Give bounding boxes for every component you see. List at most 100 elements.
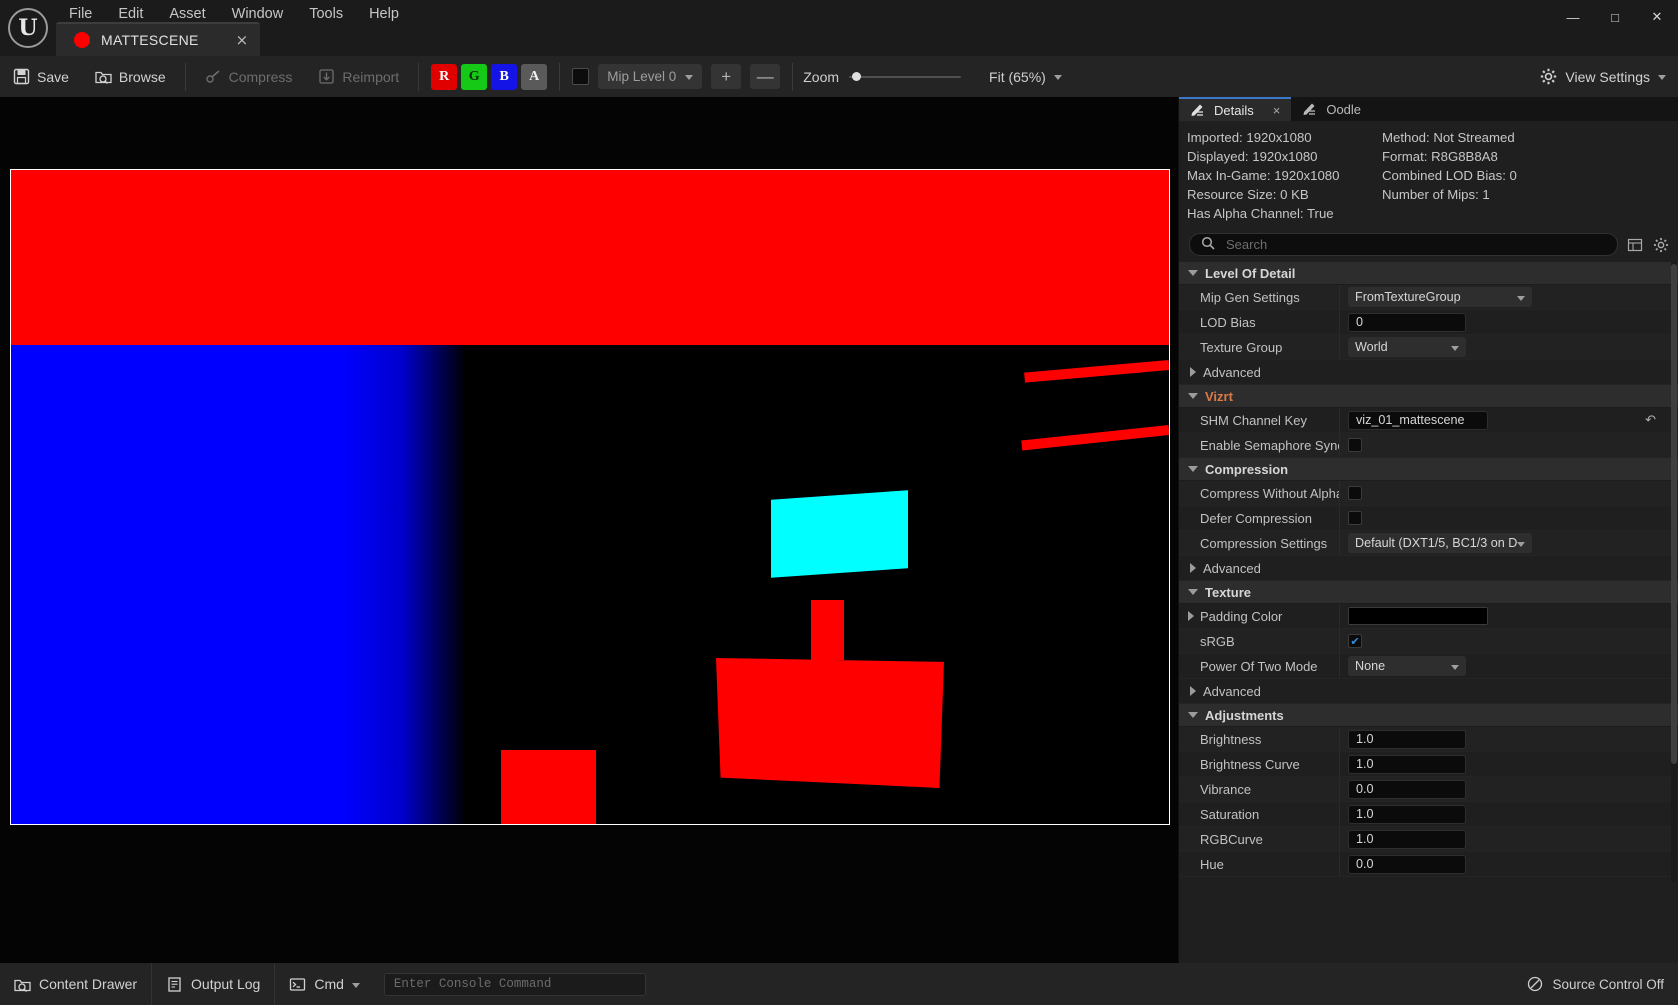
- view-settings-button[interactable]: View Settings: [1540, 68, 1666, 85]
- cmd-button[interactable]: Cmd: [275, 963, 374, 1005]
- console-command-input[interactable]: Enter Console Command: [384, 973, 646, 996]
- property-row-mip-gen-settings[interactable]: Mip Gen Settings FromTextureGroup: [1179, 285, 1678, 310]
- saturation-input[interactable]: 1.0: [1348, 805, 1466, 824]
- content-drawer-button[interactable]: Content Drawer: [0, 963, 152, 1005]
- property-list[interactable]: Level Of Detail Mip Gen Settings FromTex…: [1179, 262, 1678, 932]
- chevron-down-icon: [1054, 75, 1062, 80]
- asset-tab-strip: MATTESCENE ×: [56, 22, 260, 56]
- compression-settings-dropdown[interactable]: Default (DXT1/5, BC1/3 on DX11): [1348, 533, 1532, 553]
- source-control-button[interactable]: Source Control Off: [1527, 976, 1664, 993]
- property-row-padding-color[interactable]: Padding Color: [1179, 604, 1678, 629]
- property-field: 0.0: [1339, 777, 1678, 801]
- zoom-slider[interactable]: [849, 68, 961, 86]
- channel-toggle-b[interactable]: B: [491, 64, 517, 90]
- mip-decrease-button[interactable]: —: [750, 64, 780, 89]
- property-list-scrollbar[interactable]: [1671, 262, 1677, 882]
- channel-toggle-g[interactable]: G: [461, 64, 487, 90]
- category-compression[interactable]: Compression: [1179, 458, 1678, 481]
- property-row-power-of-two-mode[interactable]: Power Of Two Mode None: [1179, 654, 1678, 679]
- tab-oodle[interactable]: Oodle: [1291, 97, 1372, 121]
- advanced-toggle-lod[interactable]: Advanced: [1179, 360, 1678, 385]
- chevron-right-icon[interactable]: [1188, 611, 1194, 621]
- property-field: viz_01_mattescene ↶: [1339, 408, 1678, 432]
- details-search-row: Search: [1179, 229, 1678, 262]
- brightness-curve-input[interactable]: 1.0: [1348, 755, 1466, 774]
- advanced-toggle-texture[interactable]: Advanced: [1179, 679, 1678, 704]
- srgb-checkbox[interactable]: ✔: [1348, 634, 1362, 648]
- vibrance-input[interactable]: 0.0: [1348, 780, 1466, 799]
- property-row-srgb[interactable]: sRGB ✔: [1179, 629, 1678, 654]
- save-button[interactable]: Save: [0, 56, 82, 97]
- channel-toggle-a[interactable]: A: [521, 64, 547, 90]
- property-row-rgbcurve[interactable]: RGBCurve 1.0: [1179, 827, 1678, 852]
- property-row-enable-semaphore-synch[interactable]: Enable Semaphore Synch…: [1179, 433, 1678, 458]
- brightness-input[interactable]: 1.0: [1348, 730, 1466, 749]
- reimport-button[interactable]: Reimport: [305, 56, 412, 97]
- zoom-slider-handle[interactable]: [852, 72, 861, 81]
- status-bar: Content Drawer Output Log: [0, 963, 1678, 1005]
- reimport-label: Reimport: [342, 69, 399, 85]
- enable-semaphore-synch-checkbox[interactable]: [1348, 438, 1362, 452]
- category-level-of-detail[interactable]: Level Of Detail: [1179, 262, 1678, 285]
- tab-details[interactable]: Details ×: [1179, 97, 1291, 121]
- column-layout-icon[interactable]: [1625, 235, 1644, 254]
- property-row-defer-compression[interactable]: Defer Compression: [1179, 506, 1678, 531]
- texture-group-dropdown[interactable]: World: [1348, 337, 1466, 357]
- property-row-saturation[interactable]: Saturation 1.0: [1179, 802, 1678, 827]
- shm-channel-key-input[interactable]: viz_01_mattescene: [1348, 411, 1488, 430]
- category-adjustments[interactable]: Adjustments: [1179, 704, 1678, 727]
- maximize-button[interactable]: □: [1594, 0, 1636, 34]
- property-row-hue[interactable]: Hue 0.0: [1179, 852, 1678, 877]
- category-vizrt[interactable]: Vizrt: [1179, 385, 1678, 408]
- advanced-toggle-compression[interactable]: Advanced: [1179, 556, 1678, 581]
- compress-without-alpha-checkbox[interactable]: [1348, 486, 1362, 500]
- property-row-lod-bias[interactable]: LOD Bias 0: [1179, 310, 1678, 335]
- close-icon[interactable]: ×: [236, 33, 249, 48]
- search-input[interactable]: Search: [1189, 233, 1618, 256]
- search-icon: [1201, 236, 1218, 253]
- details-panel: Details × Oodle Imported: 1920x1080 Meth…: [1178, 97, 1678, 963]
- power-of-two-mode-dropdown[interactable]: None: [1348, 656, 1466, 676]
- menu-help[interactable]: Help: [356, 2, 412, 26]
- unreal-logo[interactable]: U: [0, 0, 56, 56]
- info-displayed: Displayed: 1920x1080: [1187, 149, 1382, 164]
- details-tab-strip: Details × Oodle: [1179, 97, 1678, 121]
- channel-toggle-r[interactable]: R: [431, 64, 457, 90]
- scrollbar-thumb[interactable]: [1671, 264, 1677, 764]
- mip-level-checkbox[interactable]: [572, 68, 589, 85]
- hue-input[interactable]: 0.0: [1348, 855, 1466, 874]
- property-row-compression-settings[interactable]: Compression Settings Default (DXT1/5, BC…: [1179, 531, 1678, 556]
- property-row-compress-without-alpha[interactable]: Compress Without Alpha: [1179, 481, 1678, 506]
- chevron-down-icon: [1517, 542, 1525, 547]
- mip-gen-settings-dropdown[interactable]: FromTextureGroup: [1348, 287, 1532, 307]
- mip-increase-button[interactable]: +: [711, 64, 741, 89]
- advanced-label: Advanced: [1203, 684, 1261, 699]
- chevron-down-icon: [685, 75, 693, 80]
- output-log-button[interactable]: Output Log: [152, 963, 275, 1005]
- compress-label: Compress: [229, 69, 293, 85]
- category-texture[interactable]: Texture: [1179, 581, 1678, 604]
- browse-button[interactable]: Browse: [82, 56, 179, 97]
- close-icon[interactable]: ×: [1273, 103, 1281, 118]
- rgbcurve-input[interactable]: 1.0: [1348, 830, 1466, 849]
- menu-tools[interactable]: Tools: [296, 2, 356, 26]
- asset-tab-mattescene[interactable]: MATTESCENE ×: [56, 22, 260, 56]
- zoom-fit-dropdown[interactable]: Fit (65%): [989, 69, 1062, 85]
- property-label: Padding Color: [1200, 609, 1282, 624]
- settings-gear-icon[interactable]: [1651, 235, 1670, 254]
- property-row-brightness-curve[interactable]: Brightness Curve 1.0: [1179, 752, 1678, 777]
- window-close-button[interactable]: ✕: [1636, 0, 1678, 34]
- compress-button[interactable]: Compress: [192, 56, 306, 97]
- lod-bias-input[interactable]: 0: [1348, 313, 1466, 332]
- reset-to-default-icon[interactable]: ↶: [1645, 412, 1656, 428]
- property-row-shm-channel-key[interactable]: SHM Channel Key viz_01_mattescene ↶: [1179, 408, 1678, 433]
- mip-level-dropdown[interactable]: Mip Level 0: [598, 64, 702, 89]
- compress-icon: [205, 68, 222, 85]
- minimize-button[interactable]: —: [1552, 0, 1594, 34]
- property-row-vibrance[interactable]: Vibrance 0.0: [1179, 777, 1678, 802]
- defer-compression-checkbox[interactable]: [1348, 511, 1362, 525]
- texture-viewport[interactable]: [0, 97, 1178, 963]
- property-row-brightness[interactable]: Brightness 1.0: [1179, 727, 1678, 752]
- padding-color-swatch[interactable]: [1348, 607, 1488, 625]
- property-row-texture-group[interactable]: Texture Group World: [1179, 335, 1678, 360]
